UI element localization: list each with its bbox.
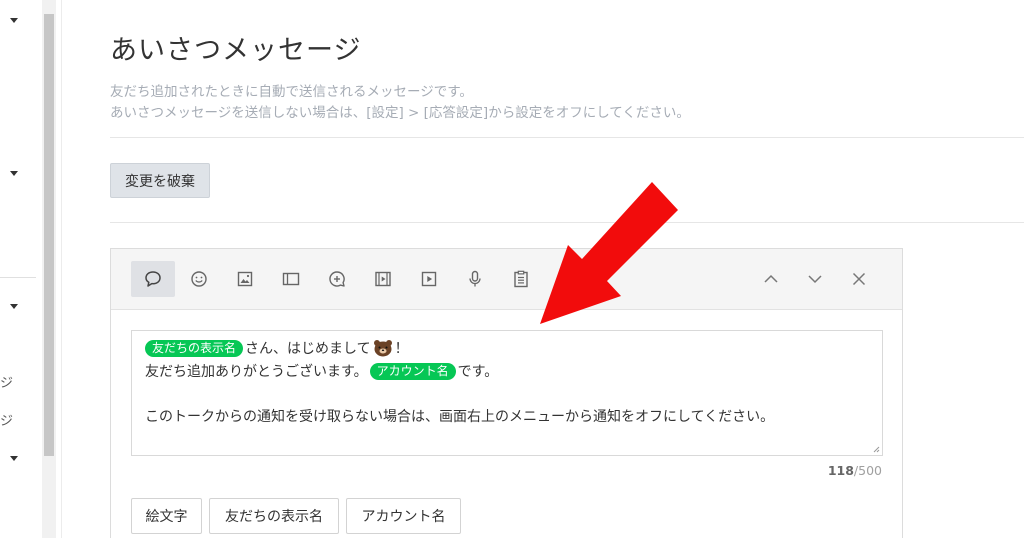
close-icon [852, 272, 866, 286]
move-up-button[interactable] [749, 261, 793, 297]
message-text: このトークからの通知を受け取らない場合は、画面右上のメニューから通知をオフにして… [145, 409, 775, 425]
account-name-tag[interactable]: アカウント名 [369, 362, 456, 380]
character-count-max: /500 [853, 463, 882, 478]
play-icon [421, 271, 437, 287]
message-text: です。 [457, 364, 499, 380]
rich-message-button[interactable] [315, 261, 359, 297]
card-message-button[interactable] [269, 261, 313, 297]
card-icon [282, 272, 300, 286]
chevron-down-icon [808, 275, 822, 284]
chat-plus-icon [329, 271, 345, 287]
image-button[interactable] [223, 261, 267, 297]
sticker-button[interactable] [177, 261, 221, 297]
bear-emoji-icon [373, 340, 392, 357]
message-text: 友だち追加ありがとうございます。 [145, 364, 368, 380]
microphone-icon [469, 270, 481, 287]
character-count-current: 118 [827, 463, 854, 478]
message-textarea[interactable]: 友だちの表示名 さん、はじめまして ！ 友だち追加ありがとうございます。 アカウ… [131, 330, 883, 456]
chevron-up-icon [764, 274, 778, 283]
page-description-line-2: あいさつメッセージを送信しない場合は、[設定] > [応答設定]から設定をオフに… [110, 105, 690, 121]
message-text: さん、はじめまして [245, 341, 371, 357]
message-editor: 友だちの表示名 さん、はじめまして ！ 友だち追加ありがとうございます。 アカウ… [110, 248, 903, 538]
red-arrow-annotation [540, 182, 678, 324]
display-name-tag[interactable]: 友だちの表示名 [145, 339, 244, 357]
message-line-2: 友だち追加ありがとうございます。 アカウント名 です。 [145, 361, 498, 381]
left-sidebar: ジ ジ [0, 0, 62, 538]
character-counter: 118/500 [828, 463, 882, 478]
message-text: ！ [394, 341, 409, 357]
insert-emoji-button[interactable]: 絵文字 [131, 498, 202, 534]
insert-account-name-button[interactable]: アカウント名 [346, 498, 461, 534]
speech-bubble-icon [145, 271, 161, 287]
sidebar-caret-icon[interactable] [10, 18, 18, 23]
video-button[interactable] [407, 261, 451, 297]
image-icon [237, 271, 253, 287]
message-line-1: 友だちの表示名 さん、はじめまして ！ [145, 338, 409, 358]
move-down-button[interactable] [793, 261, 837, 297]
voice-button[interactable] [453, 261, 497, 297]
message-line-4: このトークからの通知を受け取らない場合は、画面右上のメニューから通知をオフにして… [145, 406, 774, 426]
delete-bubble-button[interactable] [837, 261, 881, 297]
sidebar-caret-icon[interactable] [10, 456, 18, 461]
insert-display-name-button[interactable]: 友だちの表示名 [209, 498, 339, 534]
discard-changes-button[interactable]: 変更を破棄 [110, 163, 210, 198]
sidebar-scrollbar-thumb[interactable] [44, 14, 54, 456]
resize-handle-icon[interactable] [872, 445, 880, 453]
sidebar-caret-icon[interactable] [10, 304, 18, 309]
sidebar-item-fragment[interactable]: ジ [0, 372, 13, 391]
editor-toolbar [111, 249, 902, 310]
header-divider [110, 137, 1024, 138]
clipboard-icon [514, 270, 528, 288]
rich-video-button[interactable] [361, 261, 405, 297]
text-message-button[interactable] [131, 261, 175, 297]
sidebar-item-fragment[interactable]: ジ [0, 410, 13, 429]
emoji-icon [191, 271, 207, 287]
video-icon [375, 271, 391, 287]
sidebar-divider [0, 277, 36, 278]
page-description-line-1: 友だち追加されたときに自動で送信されるメッセージです。 [110, 84, 473, 100]
page-title: あいさつメッセージ [110, 35, 362, 66]
sidebar-caret-icon[interactable] [10, 171, 18, 176]
